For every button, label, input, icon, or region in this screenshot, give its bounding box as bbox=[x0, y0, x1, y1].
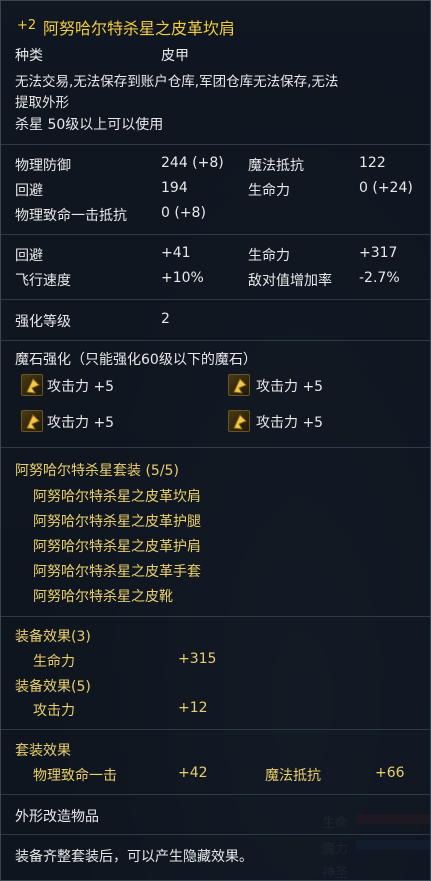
mag-res-label: 魔法抵抗 bbox=[248, 158, 304, 174]
appearance-modifiable: 外形改造物品 bbox=[15, 809, 99, 825]
enchant-label: 强化等级 bbox=[15, 314, 71, 330]
type-value: 皮甲 bbox=[161, 48, 189, 64]
effect3-title: 装备效果(3) bbox=[15, 629, 91, 645]
manastone-stat: 攻击力 +5 bbox=[47, 415, 115, 431]
manastone-stat: 攻击力 +5 bbox=[256, 415, 324, 431]
bonus-hp-value: +317 bbox=[359, 245, 398, 261]
restrictions-text-2: 提取外形 bbox=[15, 95, 69, 111]
set-piece[interactable]: 阿努哈尔特杀星之皮靴 bbox=[33, 586, 173, 606]
enchant-value: 2 bbox=[161, 311, 170, 327]
phys-def-value: 244 (+8) bbox=[161, 155, 224, 171]
effect5-stat: 攻击力 bbox=[33, 703, 75, 719]
level-requirement: 杀星 50级以上可以使用 bbox=[15, 117, 164, 133]
effect5-title: 装备效果(5) bbox=[15, 679, 91, 695]
manastone-stat: 攻击力 +5 bbox=[47, 379, 115, 395]
manastone-icon[interactable] bbox=[228, 374, 250, 396]
type-label: 种类 bbox=[15, 48, 43, 64]
evade-label: 回避 bbox=[15, 183, 43, 199]
set-piece[interactable]: 阿努哈尔特杀星之皮革护腿 bbox=[33, 511, 201, 531]
aggro-value: -2.7% bbox=[359, 270, 400, 286]
divider bbox=[1, 794, 430, 795]
flight-speed-label: 飞行速度 bbox=[15, 273, 71, 289]
manastone-stat: 攻击力 +5 bbox=[256, 379, 324, 395]
effect3-stat: 生命力 bbox=[33, 654, 75, 670]
bonus-evade-value: +41 bbox=[161, 245, 191, 261]
set-effect-value1: +42 bbox=[178, 765, 208, 781]
divider bbox=[1, 834, 430, 835]
divider bbox=[1, 299, 430, 300]
set-effect-stat2: 魔法抵抗 bbox=[265, 768, 321, 784]
divider bbox=[1, 234, 430, 235]
set-effect-stat1: 物理致命一击 bbox=[33, 768, 117, 784]
flight-speed-value: +10% bbox=[161, 270, 204, 286]
divider bbox=[1, 616, 430, 617]
evade-value: 194 bbox=[161, 180, 188, 196]
enhance-level: +2 bbox=[17, 18, 37, 33]
set-effect-title: 套装效果 bbox=[15, 743, 71, 759]
crit-res-label: 物理致命一击抵抗 bbox=[15, 208, 127, 224]
effect5-value: +12 bbox=[178, 700, 208, 716]
effect3-value: +315 bbox=[178, 651, 217, 667]
manastone-icon[interactable] bbox=[21, 410, 43, 432]
divider bbox=[1, 340, 430, 341]
item-name: 阿努哈尔特杀星之皮革坎肩 bbox=[43, 19, 236, 38]
bonus-hp-label: 生命力 bbox=[248, 248, 290, 264]
set-piece[interactable]: 阿努哈尔特杀星之皮革护肩 bbox=[33, 536, 201, 556]
item-tooltip: +2 阿努哈尔特杀星之皮革坎肩 种类 皮甲 无法交易,无法保存到账户仓库,军团仓… bbox=[0, 0, 431, 881]
manastone-icon[interactable] bbox=[21, 374, 43, 396]
set-title: 阿努哈尔特杀星套装 (5/5) bbox=[15, 463, 179, 479]
set-effect-value2: +66 bbox=[375, 765, 405, 781]
hp-label: 生命力 bbox=[248, 183, 290, 199]
aggro-label: 敌对值增加率 bbox=[248, 273, 332, 289]
set-piece[interactable]: 阿努哈尔特杀星之皮革坎肩 bbox=[33, 486, 201, 506]
hp-value: 0 (+24) bbox=[359, 180, 413, 196]
crit-res-value: 0 (+8) bbox=[161, 205, 206, 221]
manastone-icon[interactable] bbox=[228, 410, 250, 432]
set-piece[interactable]: 阿努哈尔特杀星之皮革手套 bbox=[33, 561, 201, 581]
divider bbox=[1, 144, 430, 145]
divider bbox=[1, 447, 430, 448]
manastone-title: 魔石强化（只能强化60级以下的魔石） bbox=[15, 352, 257, 368]
mag-res-value: 122 bbox=[359, 155, 386, 171]
hidden-effect-note: 装备齐整套装后，可以产生隐藏效果。 bbox=[15, 849, 253, 865]
bonus-evade-label: 回避 bbox=[15, 248, 43, 264]
phys-def-label: 物理防御 bbox=[15, 158, 71, 174]
divider bbox=[1, 729, 430, 730]
restrictions-text: 无法交易,无法保存到账户仓库,军团仓库无法保存,无法 bbox=[15, 74, 339, 90]
